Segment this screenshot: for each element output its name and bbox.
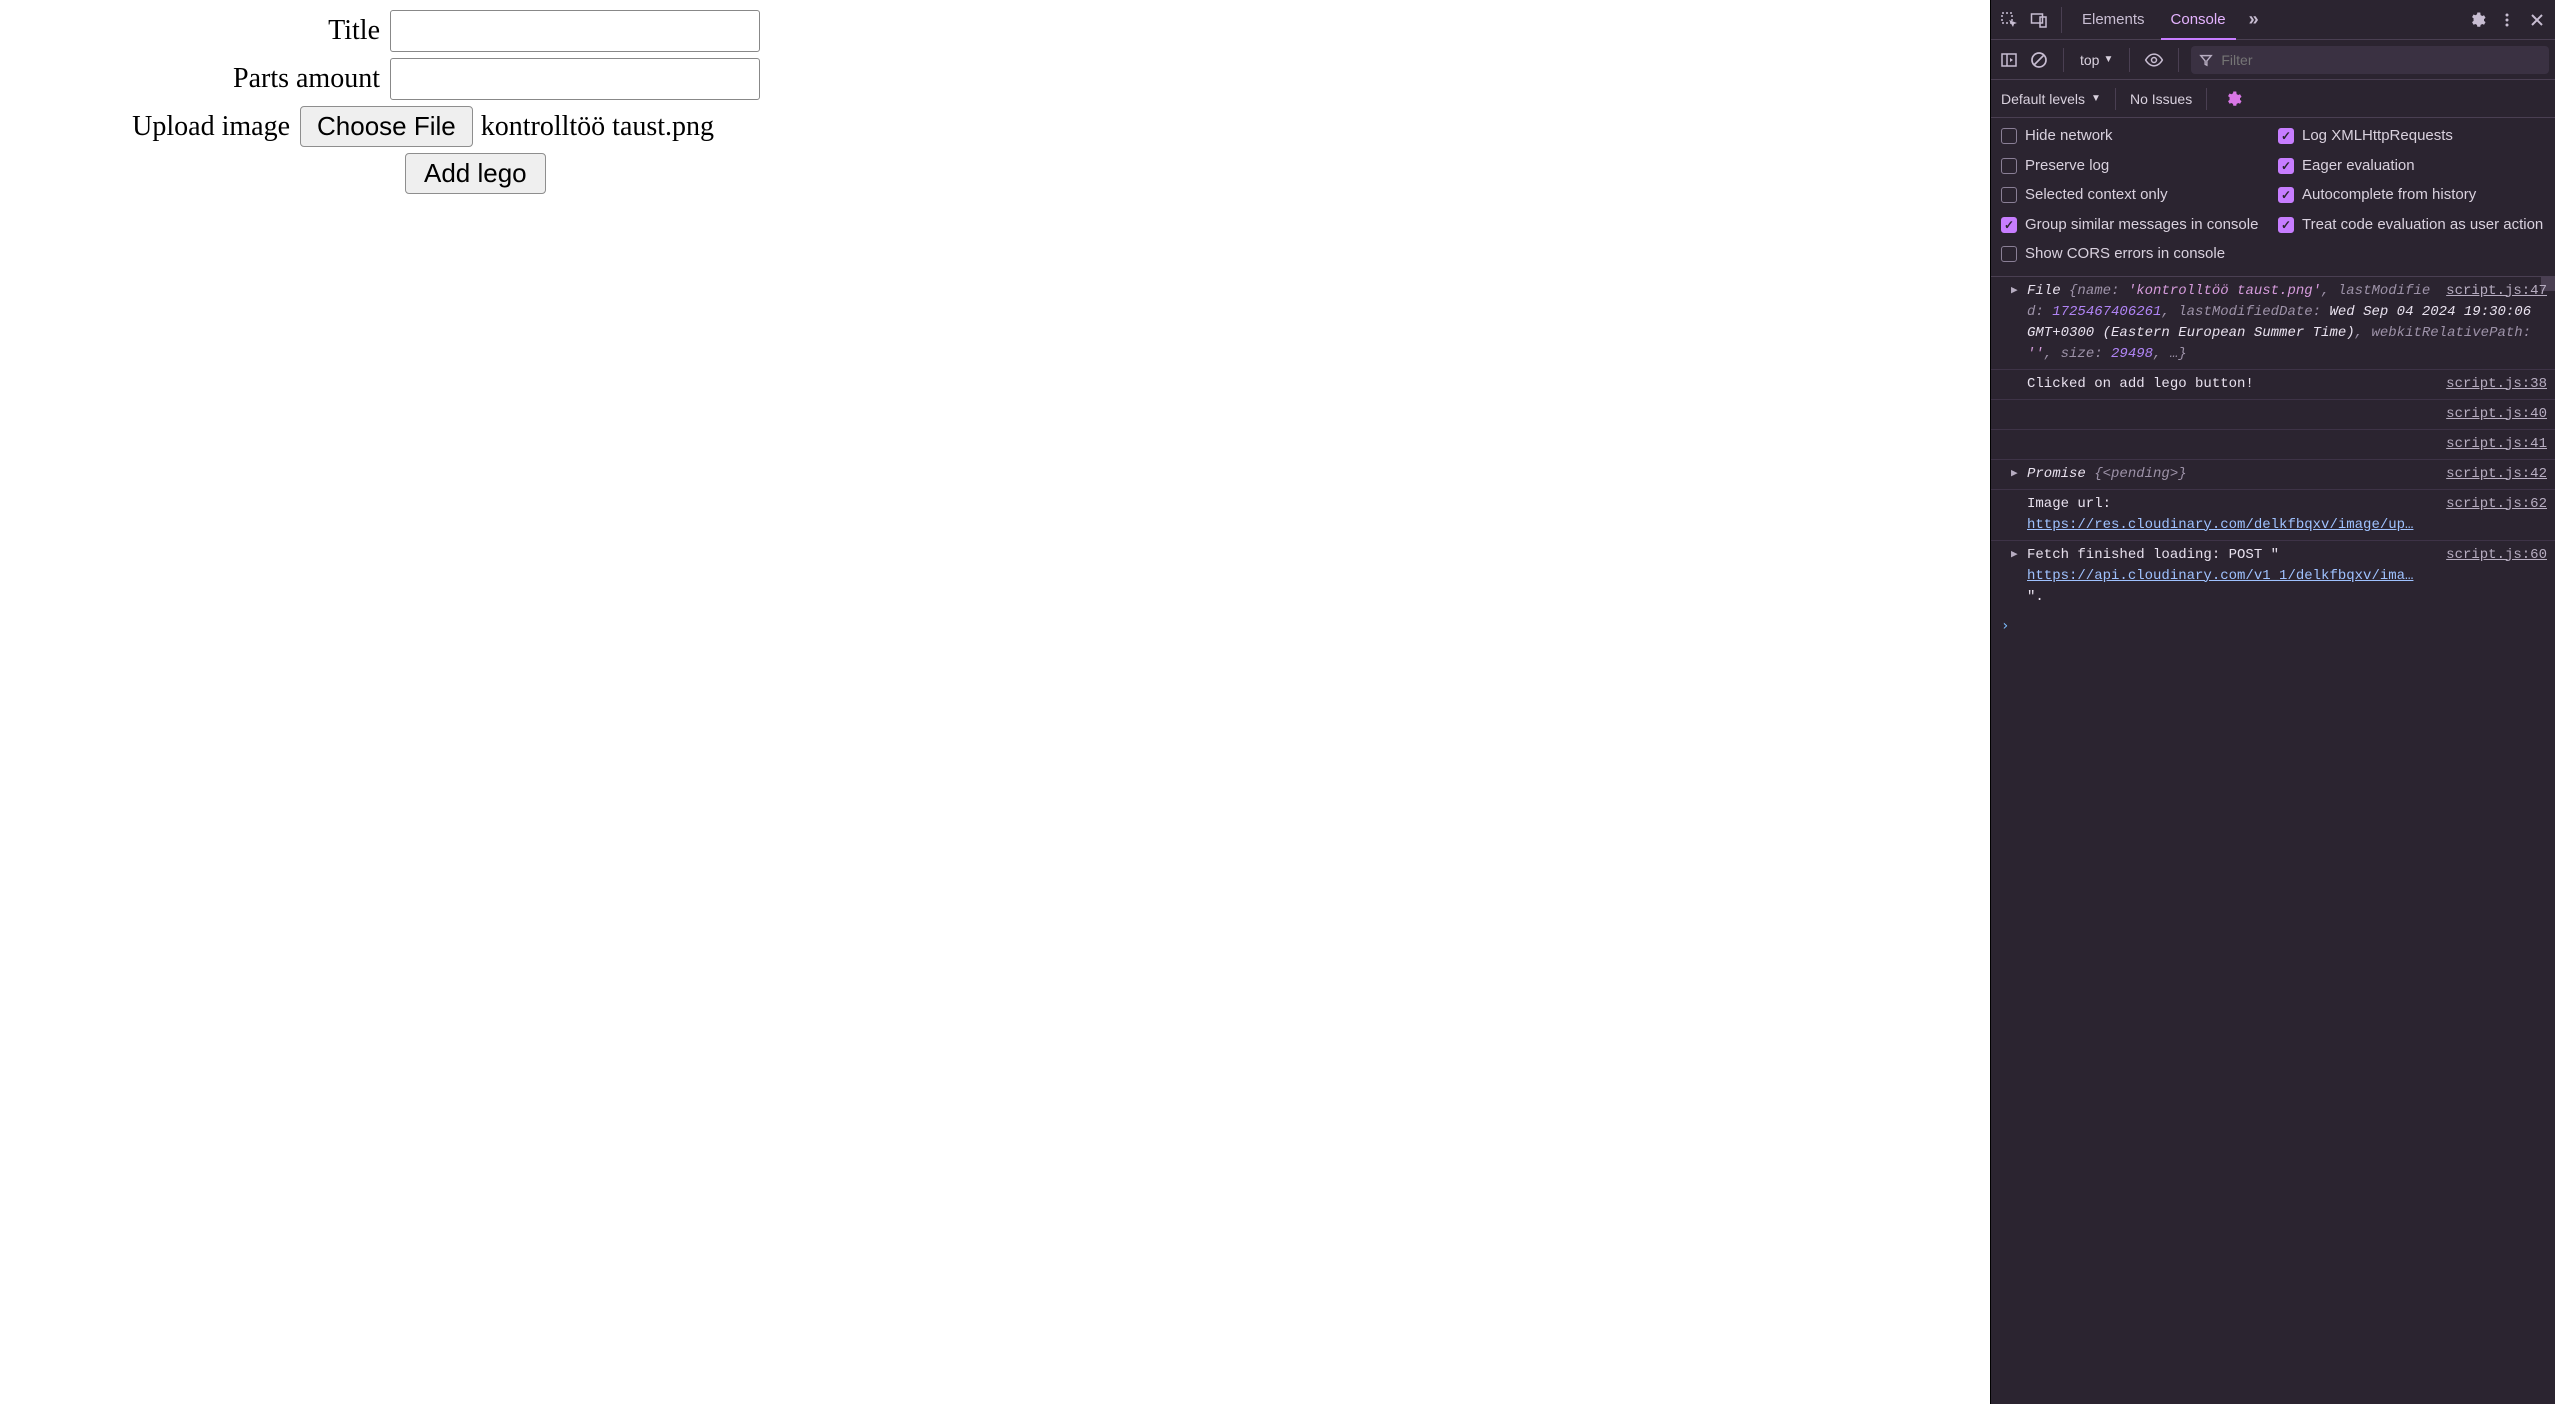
autocomplete-label: Autocomplete from history	[2302, 185, 2476, 205]
promise-prefix: Promise	[2027, 466, 2094, 482]
devtools-tabbar: Elements Console »	[1991, 0, 2555, 40]
chevron-down-icon: ▼	[2091, 93, 2101, 104]
log-xhr-label: Log XMLHttpRequests	[2302, 126, 2453, 146]
preserve-log-checkbox[interactable]	[2001, 158, 2017, 174]
chevron-down-icon: ▼	[2103, 54, 2113, 65]
group-similar-checkbox[interactable]	[2001, 217, 2017, 233]
device-toggle-icon[interactable]	[2027, 8, 2051, 32]
log-xhr-checkbox[interactable]	[2278, 128, 2294, 144]
log-file-prefix: File	[2027, 283, 2069, 299]
show-cors-label: Show CORS errors in console	[2025, 244, 2225, 264]
log-row-promise[interactable]: script.js:42 ▶ Promise {<pending>}	[1991, 460, 2555, 490]
filter-input[interactable]	[2221, 52, 2541, 68]
devtools-panel: Elements Console » top ▼	[1990, 0, 2555, 1404]
log-source-link[interactable]: script.js:38	[2446, 374, 2547, 395]
console-settings-panel: Hide network Log XMLHttpRequests Preserv…	[1991, 118, 2555, 277]
title-input[interactable]	[390, 10, 760, 52]
levels-label: Default levels	[2001, 91, 2085, 107]
log-source-link[interactable]: script.js:42	[2446, 464, 2547, 485]
upload-row: Upload image Choose File kontrolltöö tau…	[20, 106, 1970, 147]
hide-network-label: Hide network	[2025, 126, 2113, 146]
page-content: Title Parts amount Upload image Choose F…	[0, 0, 1990, 1404]
eager-eval-checkbox[interactable]	[2278, 158, 2294, 174]
tab-elements[interactable]: Elements	[2072, 0, 2155, 40]
console-prompt[interactable]: ›	[1991, 612, 2555, 640]
close-devtools-icon[interactable]	[2525, 8, 2549, 32]
more-tabs-icon[interactable]: »	[2242, 8, 2266, 32]
selected-context-checkbox[interactable]	[2001, 187, 2017, 203]
context-label: top	[2080, 52, 2099, 68]
log-source-link[interactable]: script.js:47	[2446, 281, 2547, 302]
hide-network-checkbox[interactable]	[2001, 128, 2017, 144]
log-row-image-url[interactable]: script.js:62 Image url: https://res.clou…	[1991, 490, 2555, 541]
log-source-link[interactable]: script.js:62	[2446, 494, 2547, 515]
preserve-log-label: Preserve log	[2025, 156, 2109, 176]
parts-input[interactable]	[390, 58, 760, 100]
console-toolbar-2: Default levels ▼ No Issues	[1991, 80, 2555, 118]
console-settings-gear-icon[interactable]	[2221, 87, 2245, 111]
log-row-empty-2[interactable]: script.js:41	[1991, 430, 2555, 460]
log-source-link[interactable]: script.js:60	[2446, 545, 2547, 566]
expand-icon[interactable]: ▶	[2011, 283, 2018, 300]
image-url-link[interactable]: https://res.cloudinary.com/delkfbqxv/ima…	[2027, 517, 2413, 533]
fetch-url-link[interactable]: https://api.cloudinary.com/v1_1/delkfbqx…	[2027, 568, 2413, 584]
context-selector[interactable]: top ▼	[2076, 50, 2117, 70]
parts-row: Parts amount	[20, 58, 1970, 100]
treat-code-checkbox[interactable]	[2278, 217, 2294, 233]
title-row: Title	[20, 10, 1970, 52]
filter-box[interactable]	[2191, 46, 2549, 74]
prompt-chevron-icon: ›	[2001, 618, 2009, 634]
image-url-label: Image url:	[2027, 496, 2111, 512]
log-row-empty-1[interactable]: script.js:40	[1991, 400, 2555, 430]
eager-eval-label: Eager evaluation	[2302, 156, 2415, 176]
clear-console-icon[interactable]	[2027, 48, 2051, 72]
fetch-prefix: Fetch finished loading: POST "	[2027, 547, 2279, 563]
upload-label: Upload image	[20, 111, 300, 143]
divider	[2061, 7, 2062, 33]
inspect-icon[interactable]	[1997, 8, 2021, 32]
log-source-link[interactable]: script.js:40	[2446, 404, 2547, 425]
kebab-menu-icon[interactable]	[2495, 8, 2519, 32]
issues-link[interactable]: No Issues	[2130, 91, 2192, 107]
selected-context-label: Selected context only	[2025, 185, 2168, 205]
fetch-tail: ".	[2027, 589, 2044, 605]
live-expression-icon[interactable]	[2142, 48, 2166, 72]
title-label: Title	[20, 15, 390, 47]
tab-console[interactable]: Console	[2161, 0, 2236, 40]
autocomplete-checkbox[interactable]	[2278, 187, 2294, 203]
log-levels-dropdown[interactable]: Default levels ▼	[2001, 91, 2101, 107]
parts-label: Parts amount	[20, 63, 390, 95]
settings-gear-icon[interactable]	[2465, 8, 2489, 32]
submit-row: Add lego	[20, 153, 1970, 194]
treat-code-label: Treat code evaluation as user action	[2302, 215, 2543, 235]
expand-icon[interactable]: ▶	[2011, 547, 2018, 564]
choose-file-button[interactable]: Choose File	[300, 106, 473, 147]
console-toolbar: top ▼	[1991, 40, 2555, 80]
console-log[interactable]: script.js:47 ▶ File {name: 'kontrolltöö …	[1991, 277, 2555, 1404]
log-row-file[interactable]: script.js:47 ▶ File {name: 'kontrolltöö …	[1991, 277, 2555, 370]
add-lego-button[interactable]: Add lego	[405, 153, 546, 194]
log-source-link[interactable]: script.js:41	[2446, 434, 2547, 455]
selected-file-name: kontrolltöö taust.png	[481, 111, 714, 143]
show-cors-checkbox[interactable]	[2001, 246, 2017, 262]
filter-icon	[2199, 53, 2213, 67]
log-row-fetch[interactable]: script.js:60 ▶ Fetch finished loading: P…	[1991, 541, 2555, 612]
expand-icon[interactable]: ▶	[2011, 466, 2018, 483]
group-similar-label: Group similar messages in console	[2025, 215, 2258, 235]
toggle-sidebar-icon[interactable]	[1997, 48, 2021, 72]
log-message: Clicked on add lego button!	[2027, 376, 2254, 392]
log-row-clicked[interactable]: script.js:38 Clicked on add lego button!	[1991, 370, 2555, 400]
